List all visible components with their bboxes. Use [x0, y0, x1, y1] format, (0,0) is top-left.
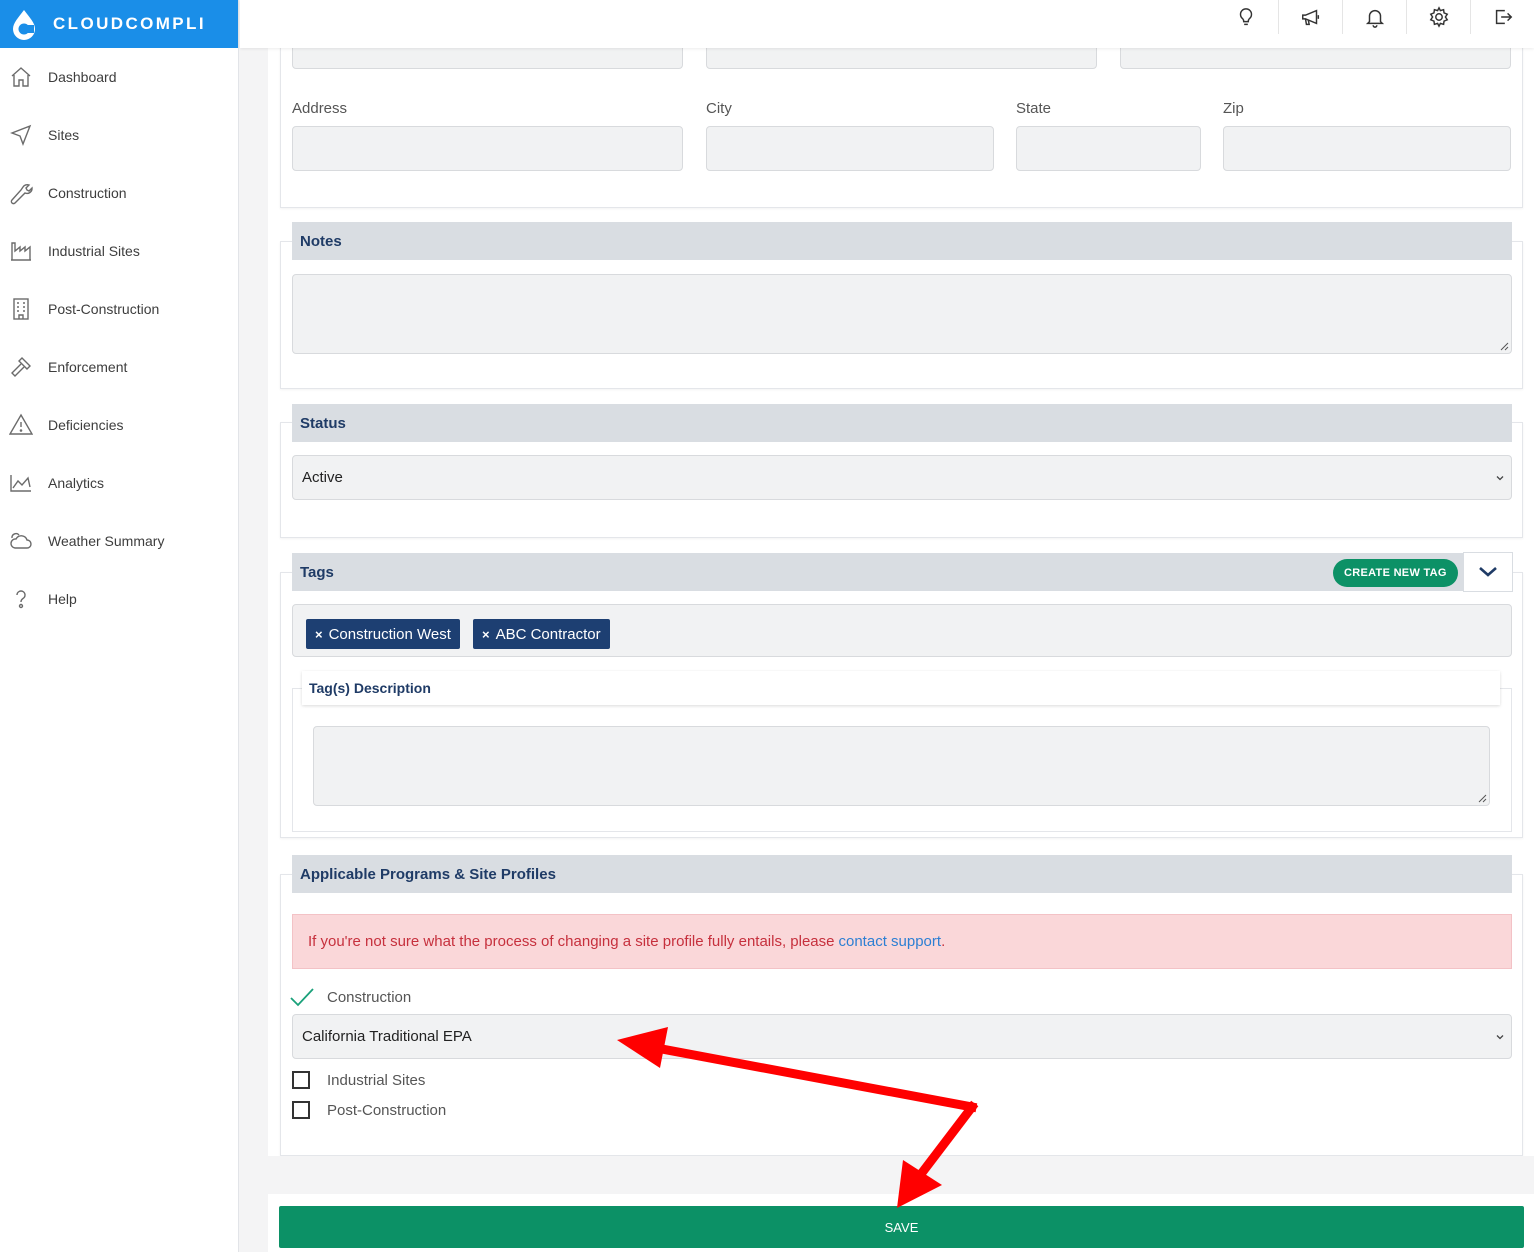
remove-tag-icon[interactable]: × — [315, 627, 323, 642]
status-select-value: Active — [302, 469, 343, 486]
zip-label: Zip — [1223, 100, 1244, 117]
tag-chip[interactable]: × ABC Contractor — [473, 619, 610, 649]
main-content: Address City State Zip Notes Status Acti… — [268, 38, 1534, 1252]
warning-icon — [8, 412, 34, 438]
sidebar-item-label: Analytics — [48, 475, 105, 491]
create-new-tag-button[interactable]: CREATE NEW TAG — [1333, 559, 1458, 587]
state-input[interactable] — [1016, 126, 1201, 171]
sidebar-item-label: Deficiencies — [48, 417, 124, 433]
contact-support-link[interactable]: contact support — [839, 933, 942, 950]
tag-chip-label: Construction West — [328, 625, 451, 643]
bell-icon[interactable] — [1342, 0, 1406, 34]
sidebar-item-deficiencies[interactable]: Deficiencies — [0, 396, 239, 454]
factory-icon — [8, 238, 34, 264]
address-input[interactable] — [292, 126, 683, 171]
cloudcompli-logo-icon — [8, 8, 40, 40]
chevron-down-icon — [1496, 1034, 1504, 1039]
logout-icon[interactable] — [1470, 0, 1534, 34]
tags-title: Tags — [300, 563, 334, 581]
post-construction-label: Post-Construction — [327, 1101, 447, 1119]
city-input[interactable] — [706, 126, 994, 171]
building-icon — [8, 296, 34, 322]
sidebar-item-label: Dashboard — [48, 69, 117, 85]
sidebar-item-help[interactable]: Help — [0, 570, 239, 628]
industrial-sites-label: Industrial Sites — [327, 1071, 426, 1089]
alert-end: . — [941, 933, 946, 950]
cloud-icon — [8, 528, 34, 554]
remove-tag-icon[interactable]: × — [482, 627, 490, 642]
notes-textarea[interactable] — [292, 274, 1512, 354]
construction-checkbox-row[interactable]: Construction — [290, 986, 411, 1008]
resize-grip-icon[interactable] — [1478, 794, 1487, 803]
construction-profile-value: California Traditional EPA — [302, 1028, 472, 1045]
notes-header: Notes — [292, 222, 1512, 260]
sidebar-item-label: Sites — [48, 127, 80, 143]
sidebar-item-enforcement[interactable]: Enforcement — [0, 338, 239, 396]
checkmark-icon[interactable] — [290, 987, 314, 1007]
top-bar — [240, 0, 1534, 48]
programs-header: Applicable Programs & Site Profiles — [292, 855, 1512, 893]
sidebar-item-label: Weather Summary — [48, 533, 165, 549]
resize-grip-icon[interactable] — [1500, 342, 1509, 351]
address-card: Address City State Zip — [280, 38, 1523, 208]
chevron-down-icon — [1496, 475, 1504, 480]
sidebar-item-label: Post-Construction — [48, 301, 160, 317]
tags-header: Tags — [292, 553, 1512, 591]
post-construction-checkbox-row[interactable]: Post-Construction — [292, 1099, 446, 1121]
alert-text: If you're not sure what the process of c… — [308, 933, 835, 950]
lightbulb-icon[interactable] — [1214, 0, 1278, 34]
tag-description-textarea[interactable] — [313, 726, 1490, 806]
footer-gap — [268, 1156, 1534, 1194]
sidebar-item-label: Construction — [48, 185, 127, 201]
chart-icon — [8, 470, 34, 496]
status-header: Status — [292, 404, 1512, 442]
site-profile-alert: If you're not sure what the process of c… — [292, 914, 1512, 969]
tags-collapse-button[interactable] — [1463, 552, 1513, 592]
home-icon — [8, 64, 34, 90]
tags-input[interactable]: × Construction West × ABC Contractor — [292, 604, 1512, 657]
sidebar-item-weather-summary[interactable]: Weather Summary — [0, 512, 239, 570]
state-label: State — [1016, 100, 1052, 117]
top-icon-group — [1214, 0, 1534, 34]
sidebar-item-dashboard[interactable]: Dashboard — [0, 48, 239, 106]
chevron-down-icon — [1479, 567, 1497, 577]
sidebar-item-sites[interactable]: Sites — [0, 106, 239, 164]
address-label: Address — [292, 100, 348, 117]
zip-input[interactable] — [1223, 126, 1511, 171]
megaphone-icon[interactable] — [1278, 0, 1342, 34]
status-select[interactable]: Active — [292, 455, 1512, 500]
sidebar-item-label: Help — [48, 591, 77, 607]
gear-icon[interactable] — [1406, 0, 1470, 34]
sidebar-item-label: Enforcement — [48, 359, 128, 375]
question-icon — [8, 586, 34, 612]
save-button[interactable]: SAVE — [279, 1206, 1524, 1248]
construction-profile-select[interactable]: California Traditional EPA — [292, 1014, 1512, 1059]
construction-label: Construction — [327, 988, 412, 1006]
sidebar-item-analytics[interactable]: Analytics — [0, 454, 239, 512]
sidebar-item-post-construction[interactable]: Post-Construction — [0, 280, 239, 338]
tag-chip-label: ABC Contractor — [495, 625, 601, 643]
industrial-sites-checkbox[interactable] — [292, 1071, 310, 1089]
brand-bar[interactable]: CLOUDCOMPLI — [0, 0, 238, 48]
wrench-icon — [8, 180, 34, 206]
sidebar-item-construction[interactable]: Construction — [0, 164, 239, 222]
navigation-arrow-icon — [8, 122, 34, 148]
tag-chip[interactable]: × Construction West — [306, 619, 460, 649]
sidebar: CLOUDCOMPLI Dashboard Sites Construction… — [0, 0, 239, 1252]
gavel-icon — [8, 354, 34, 380]
sidebar-item-label: Industrial Sites — [48, 243, 140, 259]
tag-description-header: Tag(s) Description — [302, 671, 1500, 705]
city-label: City — [706, 100, 732, 117]
industrial-sites-checkbox-row[interactable]: Industrial Sites — [292, 1069, 425, 1091]
sidebar-item-industrial-sites[interactable]: Industrial Sites — [0, 222, 239, 280]
brand-name: CLOUDCOMPLI — [53, 14, 206, 33]
post-construction-checkbox[interactable] — [292, 1101, 310, 1119]
